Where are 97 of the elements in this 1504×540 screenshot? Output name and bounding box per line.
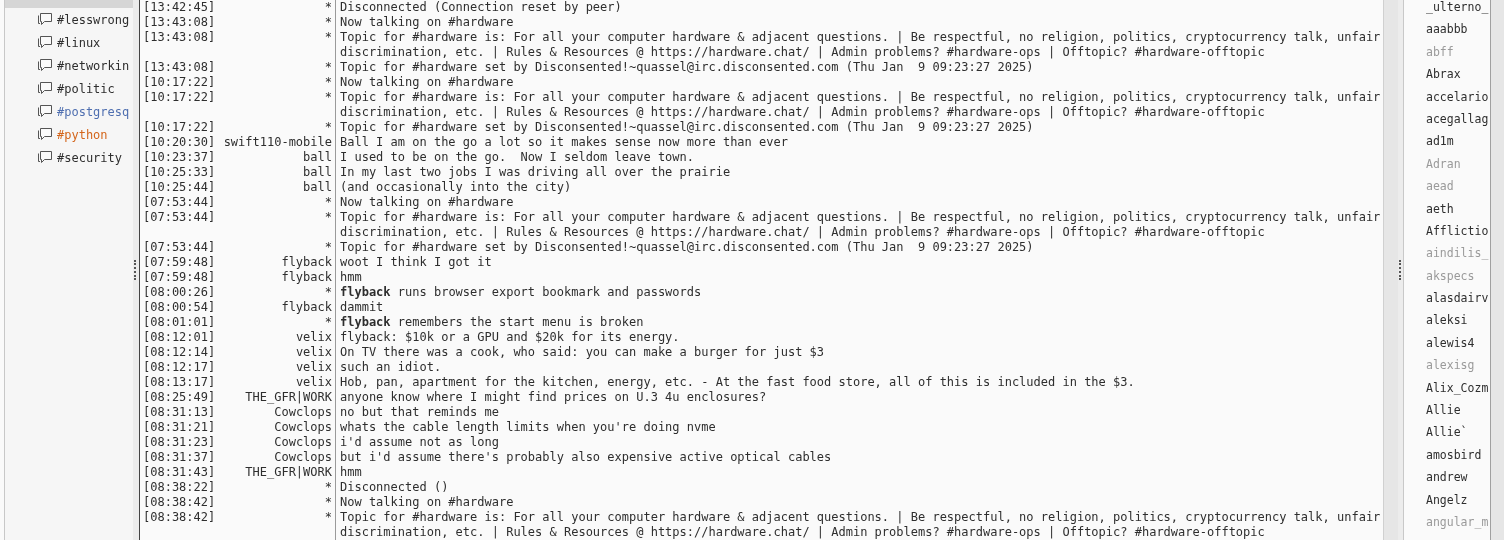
- user-item[interactable]: Afflictio: [1404, 223, 1490, 247]
- user-item[interactable]: andrew: [1404, 470, 1490, 493]
- channel-item[interactable]: #security: [5, 146, 133, 169]
- timestamp: [10:17:22]: [143, 75, 216, 90]
- channel-item[interactable]: #networkin: [5, 54, 133, 77]
- channel-item[interactable]: #linux: [5, 31, 133, 54]
- timestamp: [10:17:22]: [143, 120, 216, 135]
- timestamp: [13:43:08]: [143, 30, 216, 46]
- nick-label: *: [323, 315, 332, 330]
- scrollbar[interactable]: [1491, 0, 1504, 540]
- nick-label: *: [323, 480, 332, 495]
- nick-label: ball: [302, 165, 332, 180]
- nick-label: *: [323, 285, 332, 300]
- nick-label: swift110-mobile: [222, 135, 332, 150]
- nick-label: velix: [294, 375, 332, 390]
- nick-label: *: [323, 510, 332, 526]
- user-item[interactable]: ad1m: [1404, 134, 1490, 157]
- user-item[interactable]: alasdairv: [1404, 291, 1490, 314]
- timestamp: [08:25:49]: [143, 390, 216, 405]
- user-item[interactable]: aaabbb: [1404, 22, 1490, 45]
- nick-label: Cowclops: [273, 450, 332, 465]
- nick-label: ball: [302, 150, 332, 165]
- timestamp: [08:00:54]: [143, 300, 216, 315]
- user-item[interactable]: Angelz: [1404, 492, 1490, 515]
- nick-label: THE_GFR|WORK: [244, 390, 332, 405]
- nick-label: flyback: [280, 270, 332, 285]
- nick-label: *: [323, 195, 332, 210]
- timestamp: [08:38:42]: [143, 510, 216, 526]
- nick-label: *: [323, 240, 332, 255]
- timestamp: [08:38:22]: [143, 480, 216, 495]
- nick-label: *: [323, 15, 332, 30]
- speech-bubble-icon: [37, 35, 53, 50]
- user-item[interactable]: amosbird: [1404, 447, 1490, 471]
- user-item[interactable]: aeth: [1404, 201, 1490, 224]
- user-item[interactable]: acegallag: [1404, 111, 1490, 135]
- timestamp: [07:59:48]: [143, 270, 216, 285]
- nick-label: THE_GFR|WORK: [244, 465, 332, 480]
- timestamp: [07:53:44]: [143, 195, 216, 210]
- nick-label: velix: [294, 360, 332, 375]
- timestamp: [13:42:45]: [143, 0, 216, 15]
- timestamp: [08:01:01]: [143, 315, 216, 330]
- nick-label: ball: [302, 180, 332, 195]
- user-item[interactable]: aleksi: [1404, 313, 1490, 336]
- timestamp: [08:38:42]: [143, 495, 216, 510]
- nick-label: *: [323, 90, 332, 106]
- channel-item[interactable]: #python: [5, 123, 133, 146]
- channel-item[interactable]: #lesswrong: [5, 8, 133, 31]
- speech-bubble-icon: [37, 12, 53, 27]
- nick-label: *: [323, 0, 332, 15]
- nick-label: *: [323, 60, 332, 75]
- user-item[interactable]: alewis4: [1404, 335, 1490, 359]
- timestamp: [08:31:23]: [143, 435, 216, 450]
- timestamp: [13:43:08]: [143, 15, 216, 30]
- channel-item[interactable]: #politic: [5, 77, 133, 100]
- scrollbar[interactable]: [1383, 0, 1398, 540]
- speech-bubble-icon: [37, 127, 53, 142]
- timestamp: [08:00:26]: [143, 285, 216, 300]
- nick-label: *: [323, 30, 332, 46]
- timestamp: [07:53:44]: [143, 210, 216, 226]
- timestamp: [13:43:08]: [143, 60, 216, 75]
- nick-label: velix: [294, 330, 332, 345]
- timestamp: [10:20:30]: [143, 135, 216, 150]
- nick-label: *: [323, 495, 332, 510]
- timestamp: [07:59:48]: [143, 255, 216, 270]
- timestamp: [08:13:17]: [143, 375, 216, 390]
- nick-label: Cowclops: [273, 420, 332, 435]
- timestamp: [08:31:37]: [143, 450, 216, 465]
- nick-label: *: [323, 210, 332, 226]
- nick-label: velix: [294, 345, 332, 360]
- nick-label: *: [323, 75, 332, 90]
- speech-bubble-icon: [37, 150, 53, 165]
- timestamp: [10:25:44]: [143, 180, 216, 195]
- timestamp: [08:31:43]: [143, 465, 216, 480]
- nick-label: Cowclops: [273, 405, 332, 420]
- timestamp: [08:12:01]: [143, 330, 216, 345]
- user-item[interactable]: _ulterno_: [1404, 0, 1490, 23]
- timestamp: [08:12:14]: [143, 345, 216, 360]
- speech-bubble-icon: [37, 58, 53, 73]
- user-item[interactable]: Allie`: [1404, 425, 1490, 448]
- timestamp: [10:17:22]: [143, 90, 216, 106]
- timestamp: [08:31:13]: [143, 405, 216, 420]
- timestamp: [08:12:17]: [143, 360, 216, 375]
- user-item[interactable]: Allie: [1404, 403, 1490, 426]
- nick-label: flyback: [280, 255, 332, 270]
- nick-label: Cowclops: [273, 435, 332, 450]
- timestamp: [07:53:44]: [143, 240, 216, 255]
- timestamp: [10:23:37]: [143, 150, 216, 165]
- nick-label: *: [323, 120, 332, 135]
- speech-bubble-icon: [37, 81, 53, 96]
- timestamp: [10:25:33]: [143, 165, 216, 180]
- user-item[interactable]: Alix_Cozm: [1404, 380, 1490, 404]
- user-item[interactable]: Abrax: [1404, 67, 1490, 90]
- user-item[interactable]: accelario: [1404, 89, 1490, 112]
- nick-label: flyback: [280, 300, 332, 315]
- speech-bubble-icon: [37, 104, 53, 119]
- timestamp: [08:31:21]: [143, 420, 216, 435]
- channel-item[interactable]: #postgresq: [5, 100, 133, 123]
